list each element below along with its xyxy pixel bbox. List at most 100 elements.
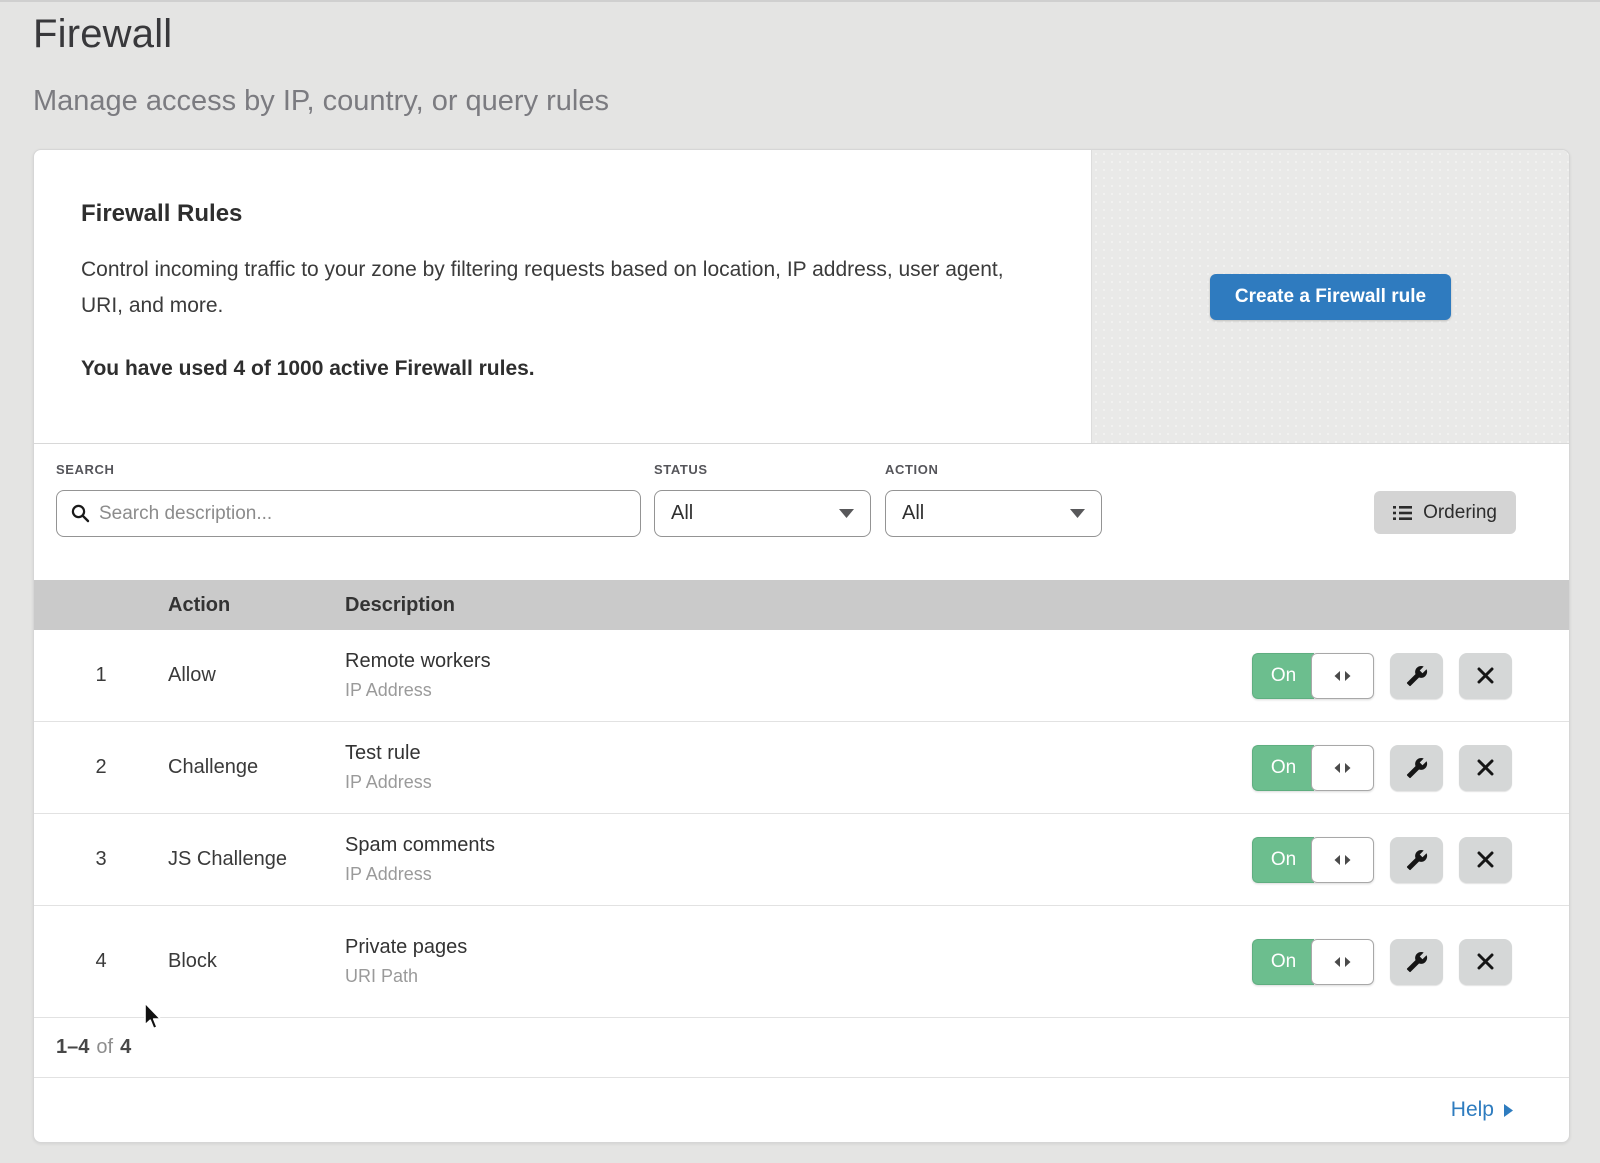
rule-controls: On [1239, 653, 1569, 699]
page-title: Firewall [33, 12, 1567, 57]
firewall-rules-card: Firewall Rules Control incoming traffic … [33, 149, 1570, 1143]
toggle-drag-handle[interactable] [1311, 653, 1374, 699]
ordering-wrap: Ordering [1374, 491, 1516, 534]
rule-controls: On [1239, 939, 1569, 985]
rule-enabled-toggle[interactable]: On [1252, 939, 1374, 985]
action-label: ACTION [885, 462, 1102, 477]
pagination-row: 1–4 of 4 [34, 1018, 1569, 1078]
table-row: 3 JS Challenge Spam comments IP Address … [34, 814, 1569, 906]
rule-controls: On [1239, 837, 1569, 883]
rule-priority: 4 [34, 950, 168, 973]
filter-bar: SEARCH STATUS All ACTION All [34, 444, 1569, 580]
help-link[interactable]: Help [1451, 1098, 1513, 1122]
toggle-on-label[interactable]: On [1252, 745, 1314, 791]
edit-rule-button[interactable] [1390, 837, 1443, 883]
search-input[interactable] [99, 503, 626, 525]
table-header: Action Description [34, 580, 1569, 630]
x-icon [1477, 851, 1494, 868]
rule-description-cell: Private pages URI Path [345, 936, 1239, 987]
edit-rule-button[interactable] [1390, 653, 1443, 699]
toggle-on-label[interactable]: On [1252, 653, 1314, 699]
card-top-section: Firewall Rules Control incoming traffic … [34, 150, 1569, 444]
intro-title: Firewall Rules [81, 200, 1031, 228]
drag-arrows-icon [1333, 762, 1352, 774]
toggle-drag-handle[interactable] [1311, 939, 1374, 985]
rule-action: Block [168, 950, 345, 973]
rule-description: Spam comments [345, 834, 1239, 857]
rule-controls: On [1239, 745, 1569, 791]
arrow-right-icon [1504, 1104, 1513, 1117]
table-row: 2 Challenge Test rule IP Address On [34, 722, 1569, 814]
drag-arrows-icon [1333, 956, 1352, 968]
rule-enabled-toggle[interactable]: On [1252, 837, 1374, 883]
toggle-drag-handle[interactable] [1311, 745, 1374, 791]
rule-description: Test rule [345, 742, 1239, 765]
table-row: 4 Block Private pages URI Path On [34, 906, 1569, 1018]
create-rule-panel: Create a Firewall rule [1091, 150, 1569, 443]
rule-enabled-toggle[interactable]: On [1252, 745, 1374, 791]
delete-rule-button[interactable] [1459, 939, 1512, 985]
intro-description: Control incoming traffic to your zone by… [81, 252, 1031, 324]
help-row: Help [34, 1078, 1569, 1142]
rule-priority: 2 [34, 756, 168, 779]
rule-action: Allow [168, 664, 345, 687]
ordering-button[interactable]: Ordering [1374, 491, 1516, 534]
wrench-icon [1406, 849, 1428, 871]
ordered-list-icon [1393, 505, 1412, 521]
table-header-description: Description [345, 594, 1239, 617]
wrench-icon [1406, 665, 1428, 687]
rule-priority: 3 [34, 848, 168, 871]
status-label: STATUS [654, 462, 871, 477]
rule-action: JS Challenge [168, 848, 345, 871]
ordering-button-label: Ordering [1423, 502, 1497, 524]
rule-description-cell: Test rule IP Address [345, 742, 1239, 793]
delete-rule-button[interactable] [1459, 837, 1512, 883]
rule-description-cell: Remote workers IP Address [345, 650, 1239, 701]
action-selected-value: All [902, 502, 924, 525]
rule-match-field: URI Path [345, 966, 1239, 987]
drag-arrows-icon [1333, 670, 1352, 682]
rule-description-cell: Spam comments IP Address [345, 834, 1239, 885]
drag-arrows-icon [1333, 854, 1352, 866]
intro-section: Firewall Rules Control incoming traffic … [34, 150, 1091, 443]
chevron-down-icon [1070, 509, 1085, 518]
create-firewall-rule-button[interactable]: Create a Firewall rule [1210, 274, 1451, 320]
chevron-down-icon [839, 509, 854, 518]
search-input-wrap [56, 490, 641, 537]
action-select[interactable]: All [885, 490, 1102, 537]
x-icon [1477, 667, 1494, 684]
page-subtitle: Manage access by IP, country, or query r… [33, 85, 1567, 118]
action-group: ACTION All [885, 462, 1102, 537]
rule-enabled-toggle[interactable]: On [1252, 653, 1374, 699]
toggle-on-label[interactable]: On [1252, 939, 1314, 985]
usage-summary: You have used 4 of 1000 active Firewall … [81, 357, 1031, 381]
rule-description: Remote workers [345, 650, 1239, 673]
search-icon [71, 504, 90, 523]
delete-rule-button[interactable] [1459, 745, 1512, 791]
wrench-icon [1406, 757, 1428, 779]
rule-action: Challenge [168, 756, 345, 779]
pagination-range: 1–4 [56, 1036, 89, 1059]
page-header: Firewall Manage access by IP, country, o… [0, 2, 1600, 118]
status-selected-value: All [671, 502, 693, 525]
status-select[interactable]: All [654, 490, 871, 537]
edit-rule-button[interactable] [1390, 745, 1443, 791]
toggle-on-label[interactable]: On [1252, 837, 1314, 883]
delete-rule-button[interactable] [1459, 653, 1512, 699]
x-icon [1477, 759, 1494, 776]
rule-match-field: IP Address [345, 772, 1239, 793]
toggle-drag-handle[interactable] [1311, 837, 1374, 883]
rule-match-field: IP Address [345, 680, 1239, 701]
search-label: SEARCH [56, 462, 641, 477]
help-link-label: Help [1451, 1098, 1494, 1122]
table-row: 1 Allow Remote workers IP Address On [34, 630, 1569, 722]
wrench-icon [1406, 951, 1428, 973]
rule-priority: 1 [34, 664, 168, 687]
edit-rule-button[interactable] [1390, 939, 1443, 985]
pagination-of-label: of [96, 1036, 113, 1059]
table-body: 1 Allow Remote workers IP Address On [34, 630, 1569, 1018]
status-group: STATUS All [654, 462, 871, 537]
x-icon [1477, 953, 1494, 970]
table-header-action: Action [168, 594, 345, 617]
pagination-total: 4 [120, 1036, 131, 1059]
